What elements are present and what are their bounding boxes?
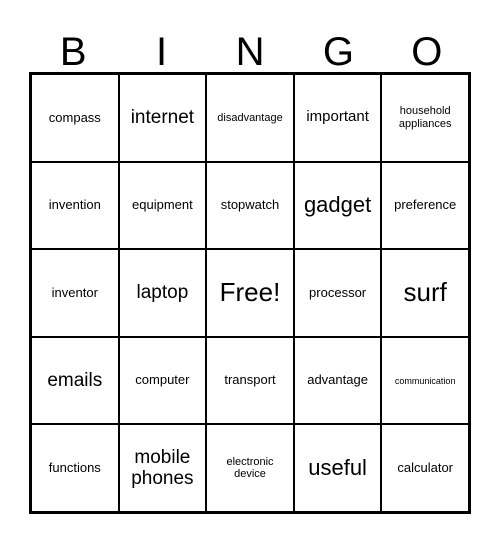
bingo-cell-label: invention xyxy=(48,197,101,213)
bingo-cell-g3[interactable]: processor xyxy=(294,250,381,336)
bingo-cell-label: functions xyxy=(48,459,101,475)
bingo-cell-label: surf xyxy=(403,277,447,308)
bingo-cell-label: laptop xyxy=(136,282,189,304)
bingo-cell-n4[interactable]: transport xyxy=(207,337,293,424)
bingo-cell-label: equipment xyxy=(132,197,193,213)
bingo-cell-i3[interactable]: laptop xyxy=(119,250,206,336)
bingo-cell-b4[interactable]: emails xyxy=(32,337,118,424)
bingo-cell-label: inventor xyxy=(51,284,98,300)
header-letter-n: N xyxy=(235,30,265,74)
bingo-cell-label: disadvantage xyxy=(217,111,283,124)
bingo-cell-n5[interactable]: electronic device xyxy=(207,425,293,511)
bingo-cell-o3[interactable]: surf xyxy=(382,250,468,336)
bingo-cell-label: compass xyxy=(48,109,101,125)
bingo-cell-o2[interactable]: preference xyxy=(382,162,468,249)
bingo-cell-b2[interactable]: invention xyxy=(32,162,118,249)
bingo-cell-n1[interactable]: disadvantage xyxy=(207,75,293,161)
bingo-cell-label: computer xyxy=(135,372,190,388)
bingo-cell-g2[interactable]: gadget xyxy=(294,162,381,249)
bingo-cell-i2[interactable]: equipment xyxy=(119,162,206,249)
bingo-cell-o4[interactable]: communication xyxy=(382,337,468,424)
bingo-cell-label: transport xyxy=(224,372,276,388)
bingo-cell-n2[interactable]: stopwatch xyxy=(207,162,293,249)
bingo-cell-i4[interactable]: computer xyxy=(119,337,206,424)
header-letter-o: O xyxy=(411,30,443,74)
bingo-cell-o5[interactable]: calculator xyxy=(382,425,468,511)
bingo-cell-label: processor xyxy=(309,284,367,300)
bingo-cell-b1[interactable]: compass xyxy=(32,75,118,161)
bingo-cell-label: electronic device xyxy=(226,455,274,481)
bingo-cell-label: preference xyxy=(394,197,457,213)
bingo-cell-i5[interactable]: mobile phones xyxy=(119,425,206,511)
bingo-grid: compass internet disadvantage important … xyxy=(29,72,471,514)
bingo-cell-label: emails xyxy=(47,369,103,391)
bingo-cell-g5[interactable]: useful xyxy=(294,425,381,511)
bingo-cell-label: important xyxy=(306,108,369,126)
header-letter-i: I xyxy=(156,30,168,74)
bingo-cell-label: gadget xyxy=(303,192,372,218)
bingo-cell-label: communication xyxy=(394,375,456,386)
bingo-cell-label: mobile phones xyxy=(131,446,194,490)
bingo-cell-b3[interactable]: inventor xyxy=(32,250,118,336)
header-letter-b: B xyxy=(59,30,87,74)
bingo-cell-label: calculator xyxy=(397,459,453,475)
bingo-card: B I N G O compass internet disadvantage … xyxy=(0,0,501,544)
bingo-cell-label: internet xyxy=(130,107,195,129)
bingo-cell-free-space[interactable]: Free! xyxy=(207,250,293,336)
bingo-header: B I N G O xyxy=(29,14,471,72)
bingo-cell-b5[interactable]: functions xyxy=(32,425,118,511)
bingo-cell-label: useful xyxy=(308,454,367,480)
bingo-cell-i1[interactable]: internet xyxy=(119,75,206,161)
bingo-cell-label: stopwatch xyxy=(220,197,280,213)
bingo-cell-g4[interactable]: advantage xyxy=(294,337,381,424)
bingo-cell-label: advantage xyxy=(307,372,368,388)
free-space-label: Free! xyxy=(219,277,281,308)
bingo-cell-label: household appliances xyxy=(398,105,452,130)
bingo-cell-g1[interactable]: important xyxy=(294,75,381,161)
header-letter-g: G xyxy=(322,30,354,74)
bingo-cell-o1[interactable]: household appliances xyxy=(382,75,468,161)
